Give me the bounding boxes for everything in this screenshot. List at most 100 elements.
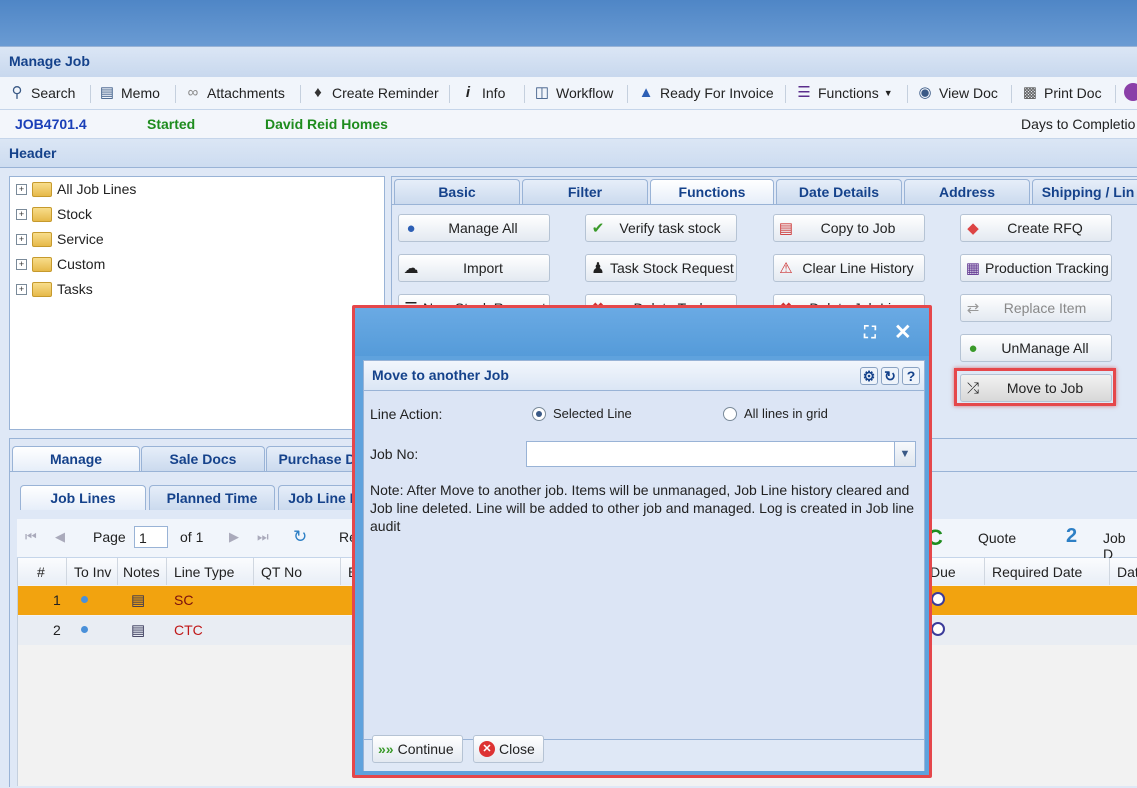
close-circle-icon: ✕ bbox=[479, 741, 495, 757]
col-qt-no[interactable]: QT No bbox=[261, 564, 302, 580]
tab-planned-time[interactable]: Planned Time bbox=[149, 485, 275, 510]
move-to-job-highlight bbox=[954, 368, 1116, 406]
copy-to-job-button[interactable]: ▤ Copy to Job bbox=[773, 214, 925, 242]
button-label: Create RFQ bbox=[1007, 220, 1083, 236]
col-required-date[interactable]: Required Date bbox=[992, 564, 1082, 580]
task-stock-request-button[interactable]: ♟ Task Stock Request bbox=[585, 254, 737, 282]
tree-item-service[interactable]: + Service bbox=[16, 229, 104, 249]
unmanage-all-button[interactable]: ● UnManage All bbox=[960, 334, 1112, 362]
refresh-icon[interactable]: ↻ bbox=[293, 527, 307, 547]
expand-icon[interactable]: + bbox=[16, 258, 27, 270]
info-button[interactable]: i Info bbox=[459, 83, 505, 103]
quote-count: 2 bbox=[1066, 525, 1078, 547]
toolbar-divider bbox=[524, 85, 525, 103]
maximize-icon[interactable]: ⛶ bbox=[864, 323, 876, 343]
tree-item-custom[interactable]: + Custom bbox=[16, 254, 105, 274]
memo-button[interactable]: ▤ Memo bbox=[98, 83, 160, 103]
close-icon[interactable]: ✕ bbox=[894, 320, 912, 345]
tab-shipping[interactable]: Shipping / Lin bbox=[1032, 179, 1137, 204]
continue-button[interactable]: »» Continue bbox=[372, 735, 463, 763]
tab-basic[interactable]: Basic bbox=[394, 179, 520, 204]
refresh-icon[interactable]: ↻ bbox=[881, 367, 899, 385]
import-button[interactable]: ☁ Import bbox=[398, 254, 550, 282]
tab-date-details[interactable]: Date Details bbox=[776, 179, 902, 204]
all-lines-label[interactable]: All lines in grid bbox=[744, 406, 828, 421]
line-action-label: Line Action: bbox=[370, 406, 443, 422]
col-date[interactable]: Dat bbox=[1117, 564, 1137, 580]
job-no-combobox[interactable]: ▼ bbox=[526, 441, 916, 467]
all-lines-radio[interactable] bbox=[723, 407, 737, 421]
chevron-down-icon[interactable]: ▼ bbox=[894, 442, 915, 466]
due-radio-icon[interactable] bbox=[931, 592, 945, 606]
verify-task-stock-button[interactable]: ✔ Verify task stock bbox=[585, 214, 737, 242]
attachments-button[interactable]: ∞ Attachments bbox=[184, 83, 285, 103]
tree-item-label: Custom bbox=[57, 256, 106, 272]
list-icon: ☰ bbox=[797, 84, 811, 101]
col-line-type[interactable]: Line Type bbox=[174, 564, 234, 580]
tab-filter[interactable]: Filter bbox=[522, 179, 648, 204]
expand-icon[interactable]: + bbox=[16, 183, 27, 195]
tree-item-stock[interactable]: + Stock bbox=[16, 204, 92, 224]
dialog-header[interactable]: ⛶ ✕ bbox=[355, 308, 929, 356]
col-to-inv[interactable]: To Inv bbox=[74, 564, 111, 580]
expand-icon[interactable]: + bbox=[16, 233, 27, 245]
help-icon[interactable]: ? bbox=[902, 367, 920, 385]
quote-label: Quote bbox=[978, 530, 1017, 546]
expand-icon[interactable]: + bbox=[16, 208, 27, 220]
panel-header: Move to another Job ⚙ ↻ ? bbox=[364, 361, 924, 391]
due-radio-icon[interactable] bbox=[931, 622, 945, 636]
close-button[interactable]: ✕ Close bbox=[473, 735, 544, 763]
more-icon[interactable] bbox=[1124, 83, 1137, 101]
search-icon: ⚲ bbox=[11, 84, 23, 101]
job-lines-tree: + All Job Lines + Stock + Service + Cust… bbox=[9, 176, 385, 430]
tab-sale-docs[interactable]: Sale Docs bbox=[141, 446, 265, 471]
selected-line-radio[interactable] bbox=[532, 407, 546, 421]
create-reminder-button[interactable]: ♦ Create Reminder bbox=[309, 83, 438, 103]
header-section[interactable]: Header bbox=[0, 139, 1137, 168]
header-title: Header bbox=[9, 145, 57, 161]
window-titlebar: Manage Job bbox=[0, 46, 1137, 77]
functions-menu-button[interactable]: ☰ Functions ▼ bbox=[795, 83, 892, 103]
col-due[interactable]: Due bbox=[930, 564, 956, 580]
workflow-button[interactable]: ◫ Workflow bbox=[533, 83, 613, 103]
button-label: Verify task stock bbox=[619, 220, 721, 236]
tree-item-label: Service bbox=[57, 231, 104, 247]
first-page-icon[interactable]: ⏮ bbox=[25, 529, 37, 545]
tree-item-all-job-lines[interactable]: + All Job Lines bbox=[16, 179, 136, 199]
expand-icon[interactable]: + bbox=[16, 283, 27, 295]
col-number[interactable]: # bbox=[37, 564, 45, 580]
page-number-input[interactable]: 1 bbox=[134, 526, 168, 548]
folder-icon bbox=[32, 256, 52, 272]
ready-for-invoice-button[interactable]: ▲ Ready For Invoice bbox=[637, 83, 774, 103]
users-icon: ● bbox=[968, 339, 978, 357]
notes-icon[interactable]: ▤ bbox=[131, 591, 145, 609]
search-button[interactable]: ⚲ Search bbox=[8, 83, 76, 103]
thumbs-up-icon: ▲ bbox=[638, 84, 654, 101]
selected-line-label[interactable]: Selected Line bbox=[553, 406, 632, 421]
print-doc-button[interactable]: ▩ Print Doc bbox=[1021, 83, 1102, 103]
info-icon: i bbox=[465, 84, 471, 101]
next-page-icon[interactable]: ▶ bbox=[229, 529, 239, 545]
tab-functions[interactable]: Functions bbox=[650, 179, 774, 204]
production-tracking-button[interactable]: ▦ Production Tracking bbox=[960, 254, 1112, 282]
clear-line-history-button[interactable]: ⚠ Clear Line History bbox=[773, 254, 925, 282]
tab-address[interactable]: Address bbox=[904, 179, 1030, 204]
manage-all-button[interactable]: ● Manage All bbox=[398, 214, 550, 242]
tree-item-tasks[interactable]: + Tasks bbox=[16, 279, 93, 299]
tag-icon: ◆ bbox=[967, 220, 979, 237]
notes-icon[interactable]: ▤ bbox=[131, 621, 145, 639]
tab-job-lines[interactable]: Job Lines bbox=[20, 485, 146, 510]
toolbar-divider bbox=[907, 85, 908, 103]
create-rfq-button[interactable]: ◆ Create RFQ bbox=[960, 214, 1112, 242]
toolbar-divider bbox=[627, 85, 628, 103]
tab-manage[interactable]: Manage bbox=[12, 446, 140, 471]
prev-page-icon[interactable]: ◀ bbox=[55, 529, 65, 545]
replace-item-button[interactable]: ⇄ Replace Item bbox=[960, 294, 1112, 322]
view-doc-button[interactable]: ◉ View Doc bbox=[916, 83, 997, 103]
settings-icon[interactable]: ⚙ bbox=[860, 367, 878, 385]
continue-label: Continue bbox=[397, 741, 454, 757]
button-label: Replace Item bbox=[1003, 300, 1087, 316]
last-page-icon[interactable]: ⏭ bbox=[257, 529, 269, 545]
functions-label: Functions bbox=[818, 85, 879, 101]
col-notes[interactable]: Notes bbox=[123, 564, 160, 580]
